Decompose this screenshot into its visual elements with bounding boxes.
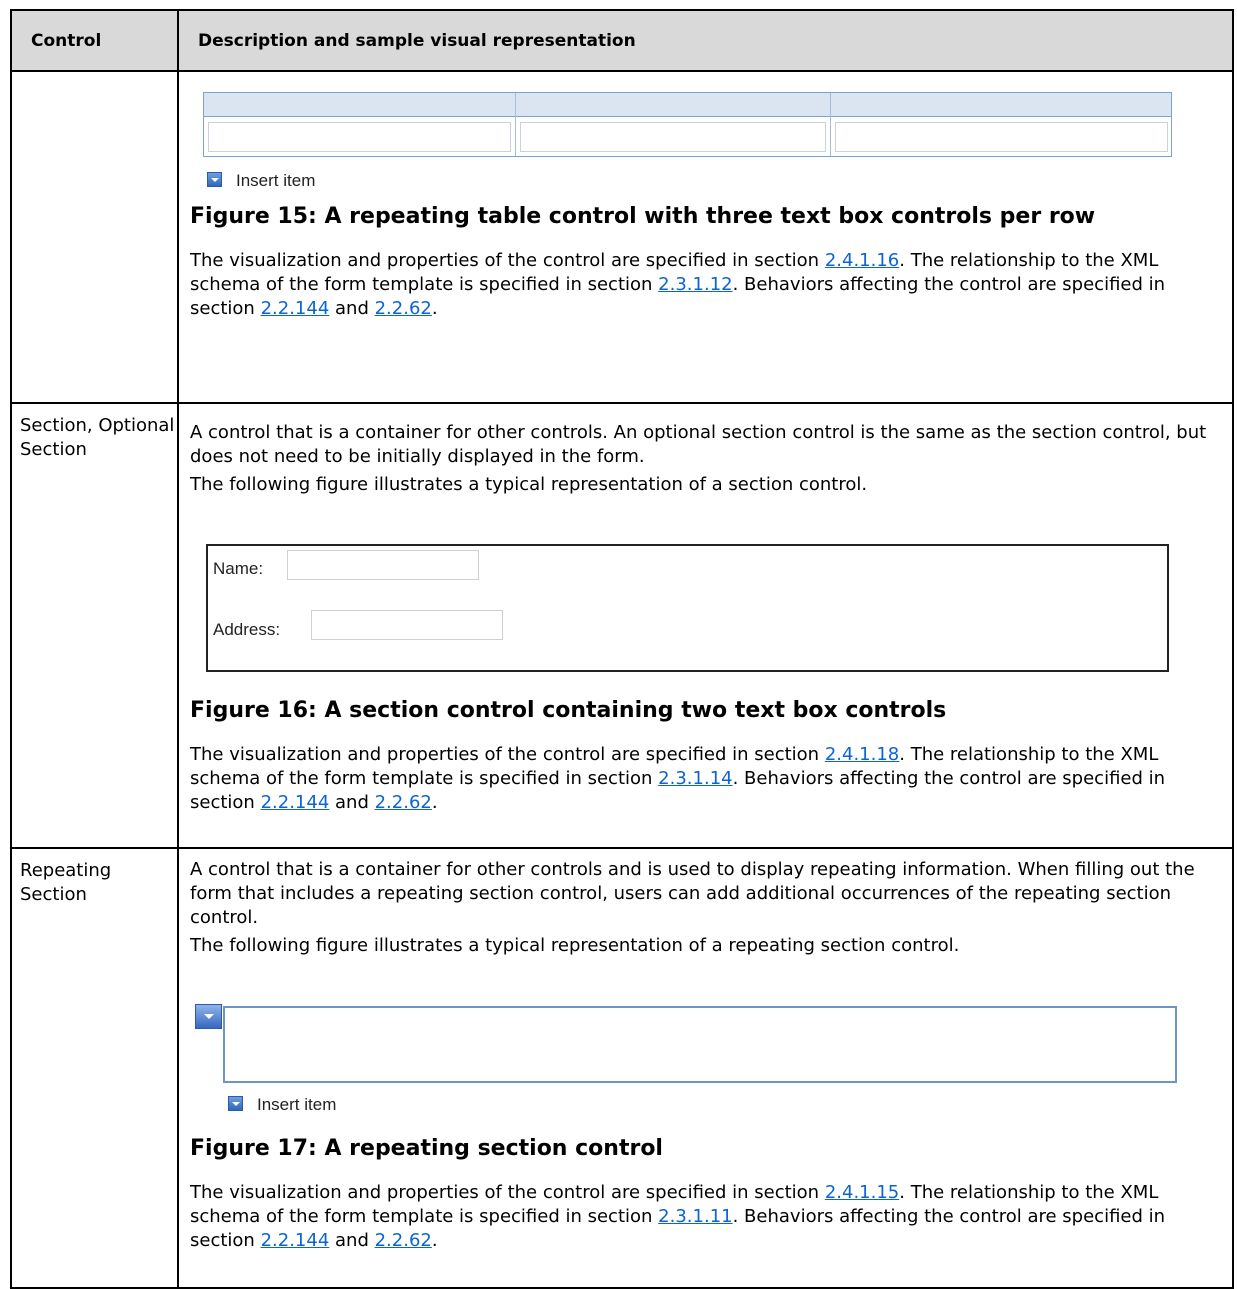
section-link[interactable]: 2.2.62 xyxy=(375,792,432,813)
name-label: Name: xyxy=(213,559,264,578)
section-link[interactable]: 2.4.1.15 xyxy=(825,1182,899,1203)
spec-paragraph: The visualization and properties of the … xyxy=(190,1182,1166,1251)
description-text: The following figure illustrates a typic… xyxy=(190,474,868,495)
description-text: The following figure illustrates a typic… xyxy=(190,935,960,956)
table-row: Repeating Section A control that is a co… xyxy=(10,847,1234,1289)
section-link[interactable]: 2.4.1.18 xyxy=(825,744,899,765)
insert-item-link[interactable]: Insert item xyxy=(207,169,315,193)
text-box-cell[interactable] xyxy=(835,122,1168,152)
control-name-cell: Repeating Section xyxy=(10,847,179,1289)
name-text-box[interactable] xyxy=(287,550,479,580)
figure-caption: Figure 17: A repeating section control xyxy=(190,1136,663,1161)
address-text-box[interactable] xyxy=(311,610,503,640)
repeating-table-header xyxy=(204,93,1171,117)
repeating-table-figure: Insert item xyxy=(190,72,1222,197)
section-link[interactable]: 2.3.1.12 xyxy=(658,274,732,295)
description-cell: Insert item Figure 15: A repeating table… xyxy=(177,70,1234,404)
spec-paragraph: The visualization and properties of the … xyxy=(190,744,1166,813)
control-name-cell: Section, Optional Section xyxy=(10,402,179,849)
section-link[interactable]: 2.2.144 xyxy=(261,792,330,813)
spec-paragraph: The visualization and properties of the … xyxy=(190,250,1166,319)
figure-caption: Figure 16: A section control containing … xyxy=(190,698,947,723)
section-link[interactable]: 2.2.144 xyxy=(261,1230,330,1251)
repeating-table-sample xyxy=(203,92,1172,157)
table-header-row: Control Description and sample visual re… xyxy=(10,9,1234,72)
address-label: Address: xyxy=(213,620,281,639)
insert-arrow-icon xyxy=(228,1096,243,1111)
control-name-cell xyxy=(10,70,179,404)
description-text: A control that is a container for other … xyxy=(190,859,1195,928)
insert-item-link[interactable]: Insert item xyxy=(228,1093,336,1117)
controls-table-grid: Control Description and sample visual re… xyxy=(10,9,1234,1289)
section-link[interactable]: 2.4.1.16 xyxy=(825,250,899,271)
section-link[interactable]: 2.2.144 xyxy=(261,298,330,319)
section-menu-button[interactable] xyxy=(195,1004,222,1029)
description-text: A control that is a container for other … xyxy=(190,422,1207,467)
section-figure: Name: Address: xyxy=(190,497,1222,675)
column-header-control: Control xyxy=(10,9,179,72)
repeating-section-sample xyxy=(223,1006,1177,1083)
column-header-description: Description and sample visual representa… xyxy=(177,9,1234,72)
description-cell: A control that is a container for other … xyxy=(177,847,1234,1289)
section-link[interactable]: 2.3.1.11 xyxy=(658,1206,732,1227)
section-link[interactable]: 2.2.62 xyxy=(375,1230,432,1251)
section-link[interactable]: 2.3.1.14 xyxy=(658,768,732,789)
text-box-cell[interactable] xyxy=(520,122,826,152)
controls-table: Control Description and sample visual re… xyxy=(10,9,1234,1289)
insert-arrow-icon xyxy=(207,172,222,187)
table-row: Insert item Figure 15: A repeating table… xyxy=(10,70,1234,404)
figure-caption: Figure 15: A repeating table control wit… xyxy=(190,204,1096,229)
repeating-section-figure: Insert item xyxy=(190,958,1222,1121)
section-sample: Name: Address: xyxy=(206,544,1169,672)
section-link[interactable]: 2.2.62 xyxy=(375,298,432,319)
description-cell: A control that is a container for other … xyxy=(177,402,1234,849)
text-box-cell[interactable] xyxy=(208,122,511,152)
table-row: Section, Optional Section A control that… xyxy=(10,402,1234,849)
